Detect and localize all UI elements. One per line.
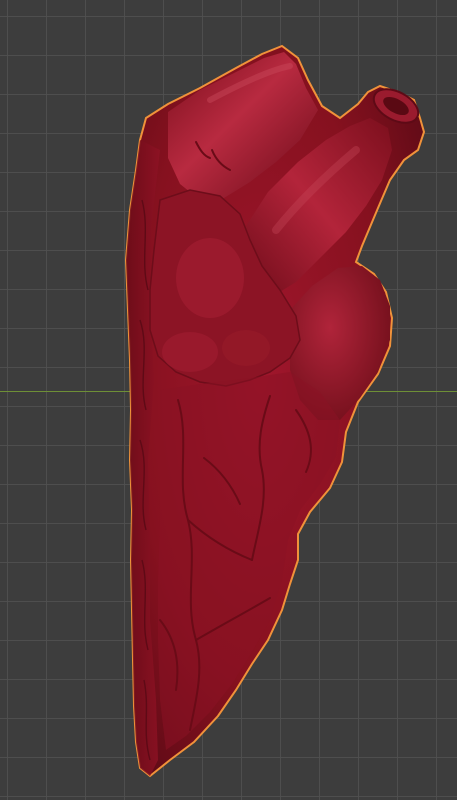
ventricle-surface bbox=[158, 372, 340, 750]
3d-viewport[interactable] bbox=[0, 0, 457, 800]
appendage-lobe-2 bbox=[222, 330, 270, 366]
appendage-highlight bbox=[176, 238, 244, 318]
appendage-lobe bbox=[162, 332, 218, 372]
heart-mesh-object[interactable] bbox=[0, 0, 457, 800]
